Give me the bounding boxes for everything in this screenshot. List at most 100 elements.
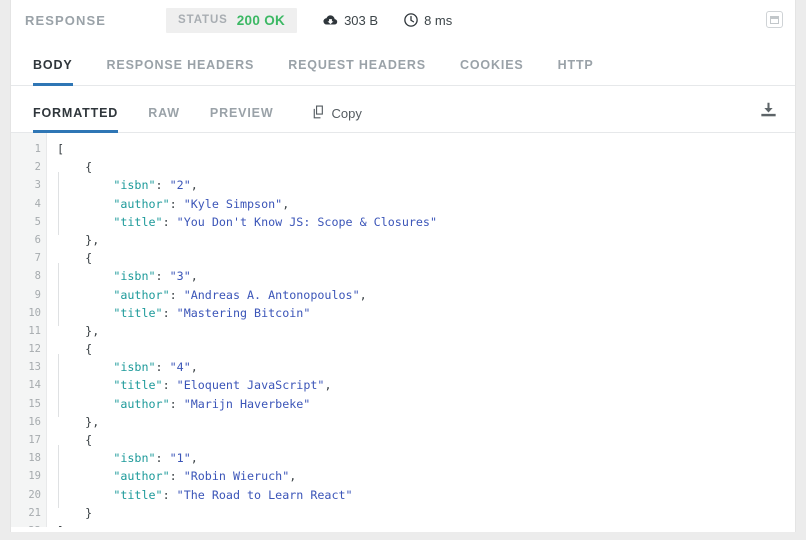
line-number: 9: [34, 288, 41, 301]
code-line: 9 "author": "Andreas A. Antonopoulos",: [11, 281, 795, 308]
indent-guide: [57, 445, 85, 472]
token-str: "2": [169, 178, 191, 193]
page-title: RESPONSE: [25, 12, 107, 28]
token-punct: :: [162, 305, 177, 320]
token-key: "isbn": [113, 360, 156, 375]
token-punct: }: [85, 505, 93, 520]
code-line: 14 "title": "Eloquent JavaScript",: [11, 372, 795, 399]
toggle-panel-glyph: [770, 15, 779, 24]
indent-guide: [57, 281, 85, 308]
code-line: 18 "isbn": "1",: [11, 445, 795, 472]
token-str: "Kyle Simpson": [183, 196, 283, 211]
code-line: 11 },: [11, 322, 795, 340]
indent-guide: [57, 463, 85, 490]
code-line: 5 "title": "You Don't Know JS: Scope & C…: [11, 208, 795, 236]
token-punct: :: [162, 214, 177, 229]
code-text: "isbn": "4",: [47, 354, 198, 381]
code-text: [: [47, 140, 64, 158]
tab-preview[interactable]: PREVIEW: [210, 106, 274, 133]
tab-raw[interactable]: RAW: [148, 106, 180, 133]
code-text: },: [47, 231, 99, 249]
code-line: 13 "isbn": "4",: [11, 354, 795, 381]
token-str: "Marijn Haverbeke": [183, 396, 311, 411]
code-line: 21 }: [11, 504, 795, 522]
line-number: 4: [34, 197, 41, 210]
tab-cookies[interactable]: COOKIES: [460, 58, 524, 86]
token-key: "author": [113, 469, 170, 484]
toggle-panel-icon[interactable]: [766, 11, 783, 28]
code-line: 17 {: [11, 431, 795, 449]
copy-button[interactable]: Copy: [312, 105, 362, 132]
line-number: 10: [28, 306, 41, 319]
code-text: "author": "Marijn Haverbeke": [47, 390, 311, 418]
tab-request-headers[interactable]: REQUEST HEADERS: [288, 58, 426, 86]
token-punct: {: [85, 160, 93, 175]
indent-guide: [57, 190, 85, 218]
line-number: 14: [28, 379, 41, 392]
code-text: {: [47, 340, 92, 358]
json-viewer[interactable]: 1[2 {3 "isbn": "2", 4 "author": "Kyle Sim…: [11, 133, 795, 527]
line-number: 15: [28, 397, 41, 410]
response-panel: RESPONSE STATUS 200 OK 303 B 8 ms BODY R…: [10, 0, 796, 532]
token-punct: ,: [289, 469, 297, 484]
code-text: {: [47, 431, 92, 449]
token-str: "4": [169, 360, 191, 375]
token-str: "Eloquent JavaScript": [176, 378, 325, 393]
tab-http[interactable]: HTTP: [558, 58, 594, 86]
code-line: 8 "isbn": "3",: [11, 263, 795, 290]
cloud-download-icon: [323, 14, 338, 27]
tab-formatted[interactable]: FORMATTED: [33, 106, 119, 133]
token-key: "title": [113, 214, 163, 229]
token-key: "title": [113, 487, 163, 502]
code-text: ]: [47, 522, 64, 527]
line-number: 18: [28, 452, 41, 465]
response-header: RESPONSE STATUS 200 OK 303 B 8 ms: [11, 0, 795, 40]
code-text: "title": "You Don't Know JS: Scope & Clo…: [47, 208, 438, 236]
token-punct: :: [155, 360, 170, 375]
token-str: "You Don't Know JS: Scope & Closures": [176, 214, 438, 229]
token-str: "Andreas A. Antonopoulos": [183, 287, 360, 302]
indent-guide: [57, 263, 85, 290]
token-punct: :: [155, 451, 170, 466]
code-line: 19 "author": "Robin Wieruch",: [11, 463, 795, 490]
code-text: "author": "Kyle Simpson",: [47, 190, 289, 218]
code-line: 22]: [11, 522, 795, 527]
token-key: "author": [113, 396, 170, 411]
response-size: 303 B: [323, 13, 378, 28]
tab-response-headers[interactable]: RESPONSE HEADERS: [107, 58, 255, 86]
code-line: 2 {: [11, 158, 795, 176]
code-line: 20 "title": "The Road to Learn React": [11, 481, 795, 509]
status-label: STATUS: [178, 14, 228, 26]
code-line: 12 {: [11, 340, 795, 358]
download-button[interactable]: [760, 102, 777, 123]
code-line: 7 {: [11, 249, 795, 267]
indent-guide: [57, 299, 85, 327]
token-punct: :: [155, 269, 170, 284]
line-number: 13: [28, 361, 41, 374]
code-text: "author": "Robin Wieruch",: [47, 463, 297, 490]
code-line: 1[: [11, 140, 795, 158]
token-punct: },: [85, 323, 100, 338]
body-view-tabs: FORMATTED RAW PREVIEW Copy: [11, 86, 795, 133]
status-value: 200 OK: [236, 12, 286, 28]
code-line: 4 "author": "Kyle Simpson",: [11, 190, 795, 218]
code-text: },: [47, 413, 99, 431]
token-punct: {: [85, 251, 93, 266]
token-punct: ,: [190, 451, 198, 466]
token-str: "Mastering Bitcoin": [176, 305, 311, 320]
copy-icon: [312, 105, 326, 122]
tab-body[interactable]: BODY: [33, 58, 73, 86]
code-line: 3 "isbn": "2",: [11, 172, 795, 199]
code-text: "author": "Andreas A. Antonopoulos",: [47, 281, 367, 308]
code-line: 10 "title": "Mastering Bitcoin": [11, 299, 795, 327]
code-text: "isbn": "3",: [47, 263, 198, 290]
